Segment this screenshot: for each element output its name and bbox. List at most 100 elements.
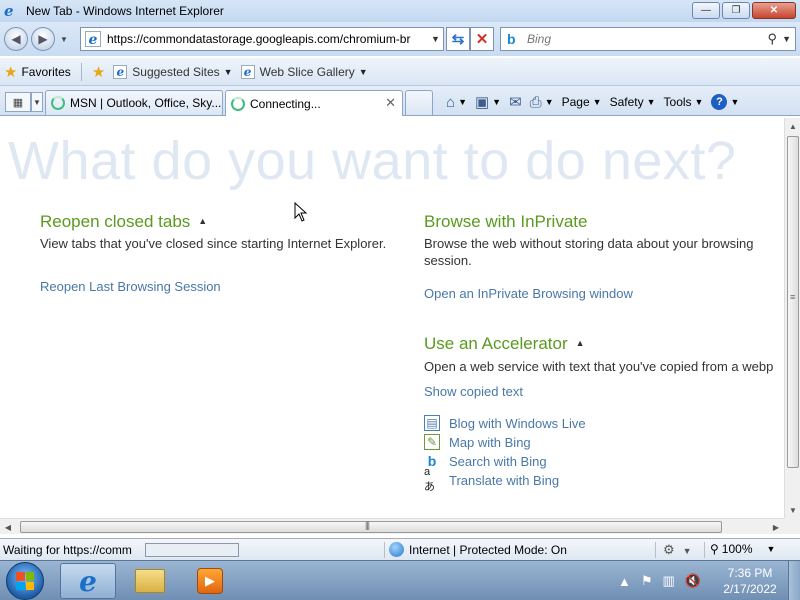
open-inprivate-window-link[interactable]: Open an InPrivate Browsing window (424, 286, 633, 301)
taskbar: e ▶ ▲ ⚑ ▥ 🔇 7:36 PM 2/17/2022 (0, 560, 800, 600)
address-dropdown-icon[interactable]: ▼ (431, 34, 440, 44)
loading-icon (51, 96, 65, 110)
security-zone[interactable]: Internet | Protected Mode: On (389, 542, 567, 557)
navigation-bar: ◀ ▶ ▼ e https://commondatastorage.google… (0, 22, 800, 56)
search-box[interactable]: b ⚲ ▼ (500, 27, 796, 51)
chevron-down-icon: ▼ (544, 97, 554, 107)
volume-muted-icon[interactable]: 🔇 (685, 573, 701, 589)
map-icon: ✎ (424, 434, 440, 450)
inprivate-description-line: Browse the web without storing data abou… (424, 236, 754, 251)
suggested-sites-label: Suggested Sites (132, 64, 220, 79)
scroll-down-icon[interactable]: ▼ (785, 502, 800, 518)
tools-menu[interactable]: Tools ▼ (664, 95, 704, 109)
ie-page-icon: e (240, 64, 255, 79)
horizontal-scroll-thumb[interactable] (20, 520, 722, 533)
collapse-caret-icon[interactable]: ▲ (576, 338, 585, 348)
maximize-button[interactable]: ❐ (722, 2, 750, 19)
recent-pages-dropdown[interactable]: ▼ (60, 35, 68, 44)
safety-menu[interactable]: Safety ▼ (610, 95, 656, 109)
safety-menu-label: Safety (609, 95, 644, 109)
new-tab-button[interactable] (405, 90, 433, 115)
scroll-left-icon[interactable]: ◀ (0, 519, 16, 535)
suggested-sites-link[interactable]: e Suggested Sites ▼ (109, 61, 236, 83)
close-tab-icon[interactable]: ✕ (385, 95, 396, 111)
collapse-caret-icon[interactable]: ▲ (198, 216, 207, 226)
tab-label: MSN | Outlook, Office, Sky... (70, 96, 222, 110)
taskbar-clock[interactable]: 7:36 PM 2/17/2022 (718, 565, 782, 597)
stop-button[interactable]: ✕ (470, 27, 494, 51)
mail-icon: ✉ (509, 94, 522, 111)
vertical-scroll-thumb[interactable] (787, 136, 799, 468)
tools-menu-label: Tools (663, 95, 692, 109)
vertical-scrollbar[interactable]: ▲ ▼ (784, 118, 800, 518)
show-copied-text-link[interactable]: Show copied text (424, 384, 523, 399)
accelerator-item-search[interactable]: b Search with Bing (424, 453, 547, 469)
tab-connecting[interactable]: Connecting... ✕ (225, 90, 403, 116)
show-hidden-icons-icon[interactable]: ▲ (618, 574, 631, 589)
ie-logo-icon: e (4, 2, 14, 20)
favorites-button[interactable]: ★ Favorites (0, 61, 75, 83)
chevron-down-icon: ▼ (358, 66, 368, 77)
page-favicon-icon: e (85, 31, 101, 48)
taskbar-media-player[interactable]: ▶ (182, 563, 238, 599)
window-title: New Tab - Windows Internet Explorer (26, 4, 224, 18)
address-bar[interactable]: e https://commondatastorage.googleapis.c… (80, 27, 444, 51)
action-center-flag-icon[interactable]: ⚑ (641, 573, 653, 589)
security-settings-icon: ⚙ (663, 542, 675, 557)
page-menu[interactable]: Page ▼ (562, 95, 602, 109)
chevron-down-icon: ▼ (592, 97, 602, 107)
popup-blocker-button[interactable]: ⚙ ▼ (663, 542, 692, 558)
status-bar: Waiting for https://comm Internet | Prot… (0, 538, 800, 560)
forward-button[interactable]: ▶ (31, 27, 55, 51)
clock-date: 2/17/2022 (723, 582, 777, 596)
home-button[interactable]: ⌂ ▼ (446, 94, 467, 111)
quick-tabs-button[interactable]: ▦ (5, 92, 31, 112)
taskbar-windows-explorer[interactable] (122, 563, 178, 599)
favorites-bar: ★ Favorites ★ e Suggested Sites ▼ e Web … (0, 58, 800, 86)
search-input[interactable] (527, 32, 757, 46)
refresh-button[interactable]: ⇆ (446, 27, 470, 51)
use-accelerator-heading[interactable]: Use an Accelerator ▲ (424, 334, 585, 354)
back-button[interactable]: ◀ (4, 27, 28, 51)
add-to-favorites-bar-button[interactable]: ★ (88, 61, 109, 83)
page-watermark-heading: What do you want to do next? (8, 131, 737, 191)
chevron-down-icon: ▼ (766, 544, 776, 554)
close-button[interactable]: ✕ (752, 2, 796, 19)
url-field[interactable]: https://commondatastorage.googleapis.com… (107, 32, 429, 46)
print-button[interactable]: ⎙ ▼ (530, 94, 554, 111)
network-icon[interactable]: ▥ (663, 573, 675, 589)
accelerator-item-translate[interactable]: aあ Translate with Bing (424, 466, 559, 493)
status-text: Waiting for https://comm (3, 543, 132, 557)
tab-list-button[interactable]: ▼ (31, 92, 43, 112)
reopen-last-session-link[interactable]: Reopen Last Browsing Session (40, 279, 221, 294)
favorites-star-icon: ★ (4, 63, 18, 81)
show-desktop-button[interactable] (788, 561, 800, 600)
web-slice-gallery-link[interactable]: e Web Slice Gallery ▼ (237, 61, 372, 83)
read-mail-button[interactable]: ✉ (509, 93, 522, 111)
divider (384, 542, 385, 558)
zoom-level-button[interactable]: ⚲ 100% ▼ (710, 542, 775, 556)
accelerator-item-blog[interactable]: ▤ Blog with Windows Live (424, 415, 586, 431)
page-menu-label: Page (561, 95, 590, 109)
section-title-label: Use an Accelerator (424, 334, 568, 353)
minimize-button[interactable]: — (692, 2, 720, 19)
taskbar-internet-explorer[interactable]: e (60, 563, 116, 599)
tab-msn[interactable]: MSN | Outlook, Office, Sky... (45, 90, 223, 115)
start-button[interactable] (6, 562, 44, 600)
reopen-closed-tabs-heading[interactable]: Reopen closed tabs ▲ (40, 212, 207, 232)
accelerator-item-map[interactable]: ✎ Map with Bing (424, 434, 531, 450)
help-button[interactable]: ? ▼ (711, 94, 739, 110)
help-icon: ? (711, 94, 728, 110)
search-icon[interactable]: ⚲ (767, 31, 777, 47)
scroll-up-icon[interactable]: ▲ (785, 118, 800, 134)
ie-page-icon: e (113, 64, 128, 79)
accelerator-description: Open a web service with text that you've… (424, 359, 774, 374)
feeds-button[interactable]: ▣ ▼ (475, 93, 501, 111)
scrollbar-corner (784, 518, 800, 534)
forward-arrow-icon: ▶ (38, 32, 48, 46)
chevron-down-icon: ▼ (646, 97, 656, 107)
search-options-dropdown-icon[interactable]: ▼ (782, 34, 791, 44)
scroll-right-icon[interactable]: ▶ (768, 519, 784, 535)
horizontal-scrollbar[interactable]: ◀ ▶ (0, 518, 784, 534)
browse-inprivate-heading: Browse with InPrivate (424, 212, 588, 231)
